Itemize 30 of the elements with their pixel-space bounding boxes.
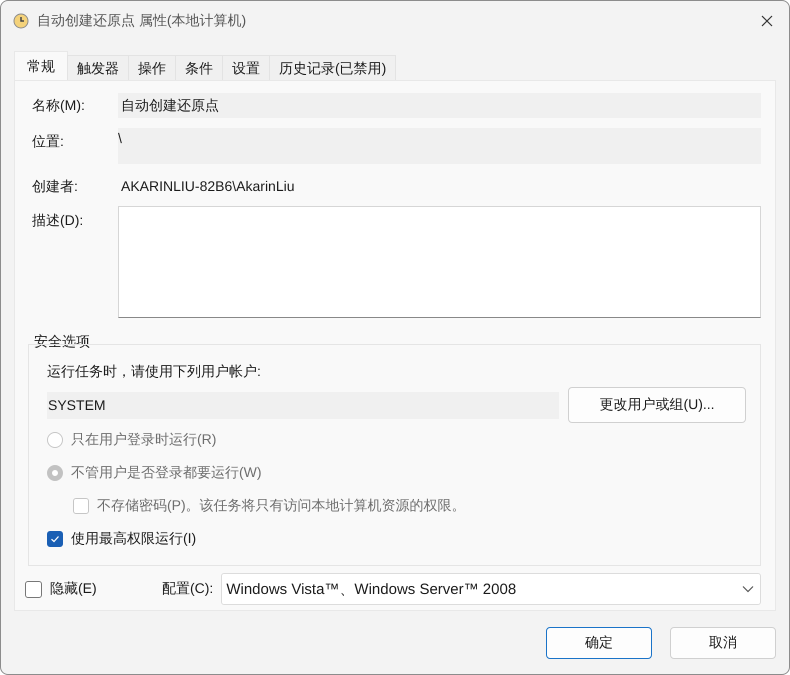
chevron-down-icon [742, 585, 754, 593]
tab[interactable]: 历史记录(已禁用) [269, 55, 396, 80]
description-field[interactable] [118, 206, 761, 318]
checkbox[interactable] [25, 580, 42, 598]
check-icon [50, 534, 60, 544]
dialog-button[interactable]: 确定 [546, 627, 652, 659]
name-field: 自动创建还原点 [118, 93, 761, 118]
option-label: 使用最高权限运行(I) [71, 530, 196, 548]
option-label: 不管用户是否登录都要运行(W) [71, 464, 262, 482]
dialog-button[interactable]: 取消 [670, 627, 776, 659]
option-label: 只在用户登录时运行(R) [71, 430, 216, 448]
close-icon[interactable] [761, 15, 773, 27]
change-user-button[interactable]: 更改用户或组(U)... [568, 387, 746, 423]
tab[interactable]: 常规 [14, 51, 68, 80]
account-field: SYSTEM [47, 392, 559, 418]
config-label: 配置(C): [162, 580, 214, 598]
config-dropdown[interactable]: Windows Vista™、Windows Server™ 2008 [221, 573, 761, 605]
field-label: 名称(M): [32, 96, 86, 115]
field-label: 描述(D): [32, 211, 84, 230]
account-prompt: 运行任务时，请使用下列用户帐户: [47, 363, 262, 381]
field-label: 位置: [32, 132, 65, 151]
window-title: 自动创建还原点 属性(本地计算机) [37, 12, 248, 30]
clock-icon [13, 13, 29, 29]
tab[interactable]: 触发器 [67, 55, 129, 80]
hidden-label: 隐藏(E) [50, 580, 98, 598]
field-label: 创建者: [32, 178, 79, 196]
option-label: 不存储密码(P)。该任务将只有访问本地计算机资源的权限。 [97, 496, 466, 514]
creator-text: AKARINLIU-82B6\AkarinLiu [120, 178, 296, 196]
location-field: \ [118, 128, 761, 164]
checkbox[interactable] [47, 530, 63, 546]
